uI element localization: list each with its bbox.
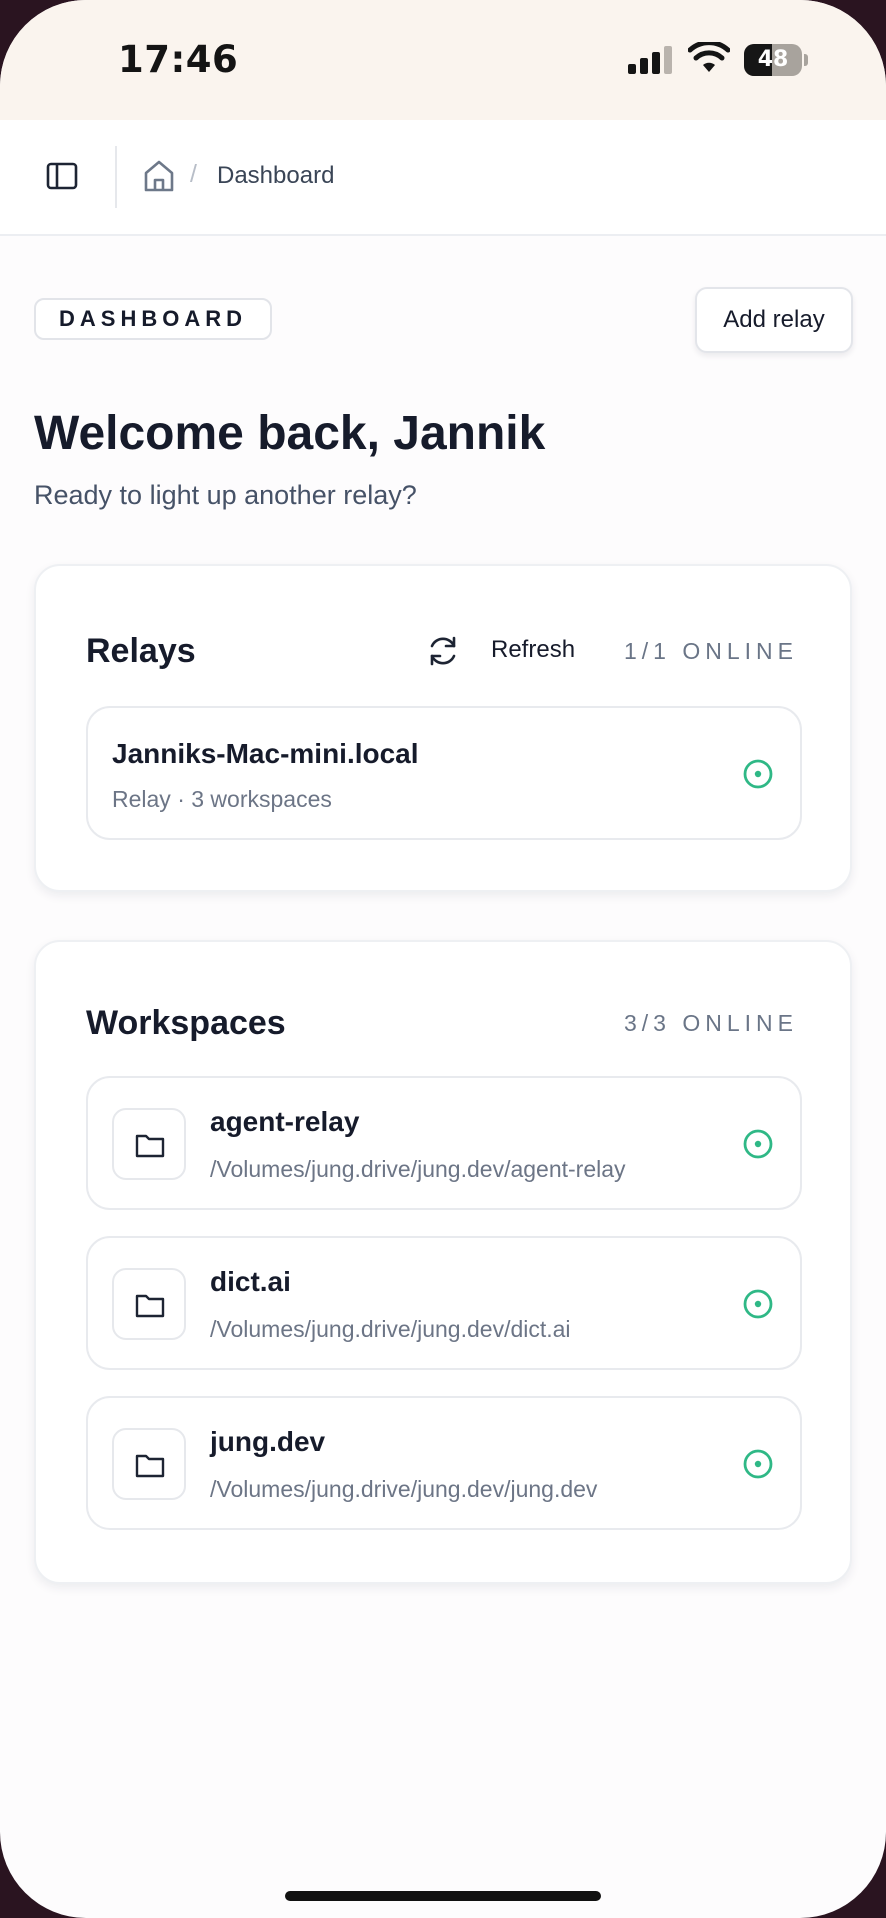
cellular-signal-icon [628, 46, 672, 74]
relay-meta: Relay · 3 workspaces [112, 786, 332, 812]
status-bar: 17:46 48 [0, 0, 886, 120]
page-subtitle: Ready to light up another relay? [34, 480, 417, 510]
online-status-icon [743, 1449, 773, 1479]
workspaces-title: Workspaces [86, 1004, 286, 1042]
top-navigation: / Dashboard [0, 120, 886, 236]
wifi-icon [688, 42, 730, 72]
status-time: 17:46 [118, 38, 239, 81]
refresh-icon[interactable] [426, 634, 460, 668]
online-status-icon [743, 1129, 773, 1159]
folder-icon [135, 1134, 165, 1158]
battery-icon: 48 [744, 44, 808, 76]
phone-screen: 17:46 48 / Dashboard DASHBOARD Add relay… [0, 0, 886, 1918]
relay-item[interactable]: Janniks-Mac-mini.local Relay · 3 workspa… [86, 706, 802, 840]
page-title: Welcome back, Jannik [34, 407, 546, 460]
nav-divider [115, 146, 117, 208]
folder-icon-box [112, 1108, 186, 1180]
relay-name: Janniks-Mac-mini.local [112, 738, 419, 769]
battery-tip [804, 54, 808, 66]
page-section-badge: DASHBOARD [34, 298, 272, 340]
add-relay-button[interactable]: Add relay [695, 287, 853, 353]
workspaces-card: Workspaces 3/3 ONLINE agent-relay /Volum… [34, 940, 852, 1584]
workspace-name: jung.dev [210, 1426, 326, 1457]
relays-title: Relays [86, 632, 196, 670]
home-indicator[interactable] [285, 1891, 601, 1901]
breadcrumb-current: Dashboard [217, 162, 335, 189]
workspace-name: dict.ai [210, 1266, 291, 1297]
workspace-item[interactable]: jung.dev /Volumes/jung.drive/jung.dev/ju… [86, 1396, 802, 1530]
relays-online-count: 1/1 ONLINE [624, 638, 798, 664]
online-status-icon [743, 759, 773, 789]
workspace-name: agent-relay [210, 1106, 360, 1137]
workspace-path: /Volumes/jung.drive/jung.dev/agent-relay [210, 1156, 626, 1182]
online-status-icon [743, 1289, 773, 1319]
sidebar-toggle-icon[interactable] [42, 156, 82, 196]
workspace-path: /Volumes/jung.drive/jung.dev/jung.dev [210, 1476, 598, 1502]
battery-body: 48 [744, 44, 802, 76]
workspace-item[interactable]: agent-relay /Volumes/jung.drive/jung.dev… [86, 1076, 802, 1210]
folder-icon [135, 1454, 165, 1478]
workspaces-online-count: 3/3 ONLINE [624, 1010, 798, 1036]
folder-icon [135, 1294, 165, 1318]
folder-icon-box [112, 1428, 186, 1500]
workspace-item[interactable]: dict.ai /Volumes/jung.drive/jung.dev/dic… [86, 1236, 802, 1370]
refresh-button[interactable]: Refresh [491, 636, 575, 664]
home-icon[interactable] [142, 158, 176, 194]
workspace-path: /Volumes/jung.drive/jung.dev/dict.ai [210, 1316, 571, 1342]
battery-level: 48 [757, 47, 789, 72]
relays-card: Relays Refresh 1/1 ONLINE Janniks-Mac-mi… [34, 564, 852, 892]
breadcrumb-separator: / [190, 160, 197, 188]
folder-icon-box [112, 1268, 186, 1340]
